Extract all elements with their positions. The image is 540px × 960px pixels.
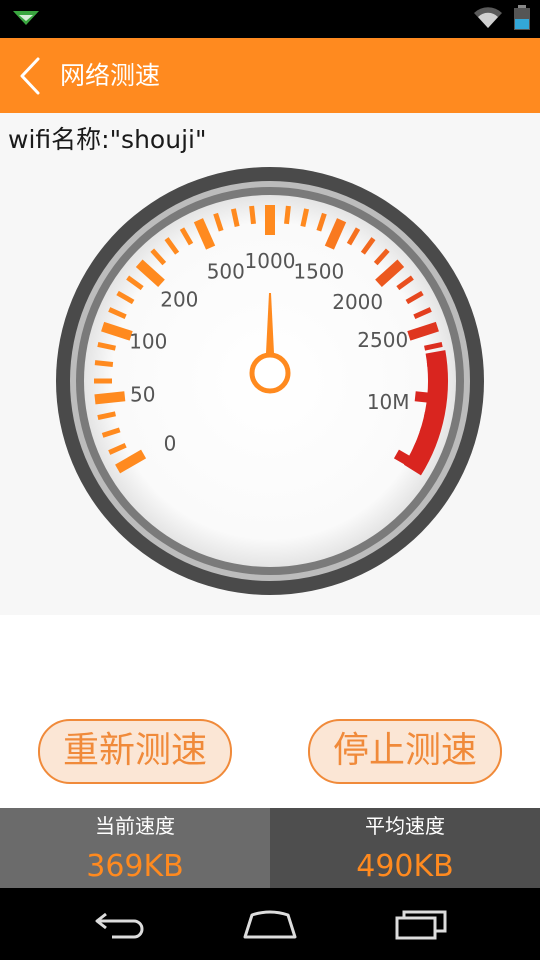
- status-bar: [0, 0, 540, 38]
- gauge-tick: [249, 205, 256, 225]
- gauge-label: 50: [130, 382, 155, 406]
- average-speed-label: 平均速度: [365, 814, 445, 838]
- battery-icon: [514, 5, 530, 30]
- gauge-panel: wifi名称:"shouji" 0 50 100 200 500 1000 1500 2000…: [0, 113, 540, 615]
- nav-back-icon[interactable]: [92, 908, 148, 940]
- current-speed-panel: 当前速度 369KB: [0, 808, 270, 888]
- gauge-tick: [94, 391, 126, 405]
- gauge-tick: [94, 360, 114, 367]
- wifi-icon: [474, 7, 502, 29]
- gauge-label: 10M: [367, 390, 410, 414]
- nav-recents-icon[interactable]: [394, 908, 450, 940]
- page-title: 网络测速: [60, 61, 161, 90]
- gauge-label: 2500: [357, 328, 408, 352]
- back-icon[interactable]: [14, 56, 48, 96]
- gauge-label: 0: [164, 432, 177, 456]
- average-speed-panel: 平均速度 490KB: [270, 808, 540, 888]
- speed-gauge: 0 50 100 200 500 10001500 2000 2500 10M: [56, 167, 484, 595]
- average-speed-value: 490KB: [356, 849, 454, 884]
- gauge-label: 500: [207, 260, 245, 284]
- gauge-needle-hub: [249, 352, 291, 394]
- notification-icon: [13, 11, 39, 25]
- gauge-label: 1500: [293, 259, 344, 283]
- current-speed-label: 当前速度: [95, 814, 175, 838]
- current-speed-value: 369KB: [86, 849, 184, 884]
- gauge-label: 2000: [332, 290, 383, 314]
- gauge-label: 200: [160, 287, 198, 311]
- gauge-tick: [284, 205, 291, 225]
- gauge-label: 1000: [245, 249, 296, 273]
- app-bar: 网络测速: [0, 38, 540, 113]
- gauge-label: 100: [129, 329, 167, 353]
- speed-stats: 当前速度 369KB 平均速度 490KB: [0, 808, 540, 888]
- nav-home-icon[interactable]: [242, 908, 298, 940]
- restart-test-button[interactable]: 重新测速: [38, 719, 232, 784]
- stop-test-button[interactable]: 停止测速: [308, 719, 502, 784]
- navigation-bar: [0, 888, 540, 960]
- wifi-name-label: wifi名称:"shouji": [8, 125, 207, 154]
